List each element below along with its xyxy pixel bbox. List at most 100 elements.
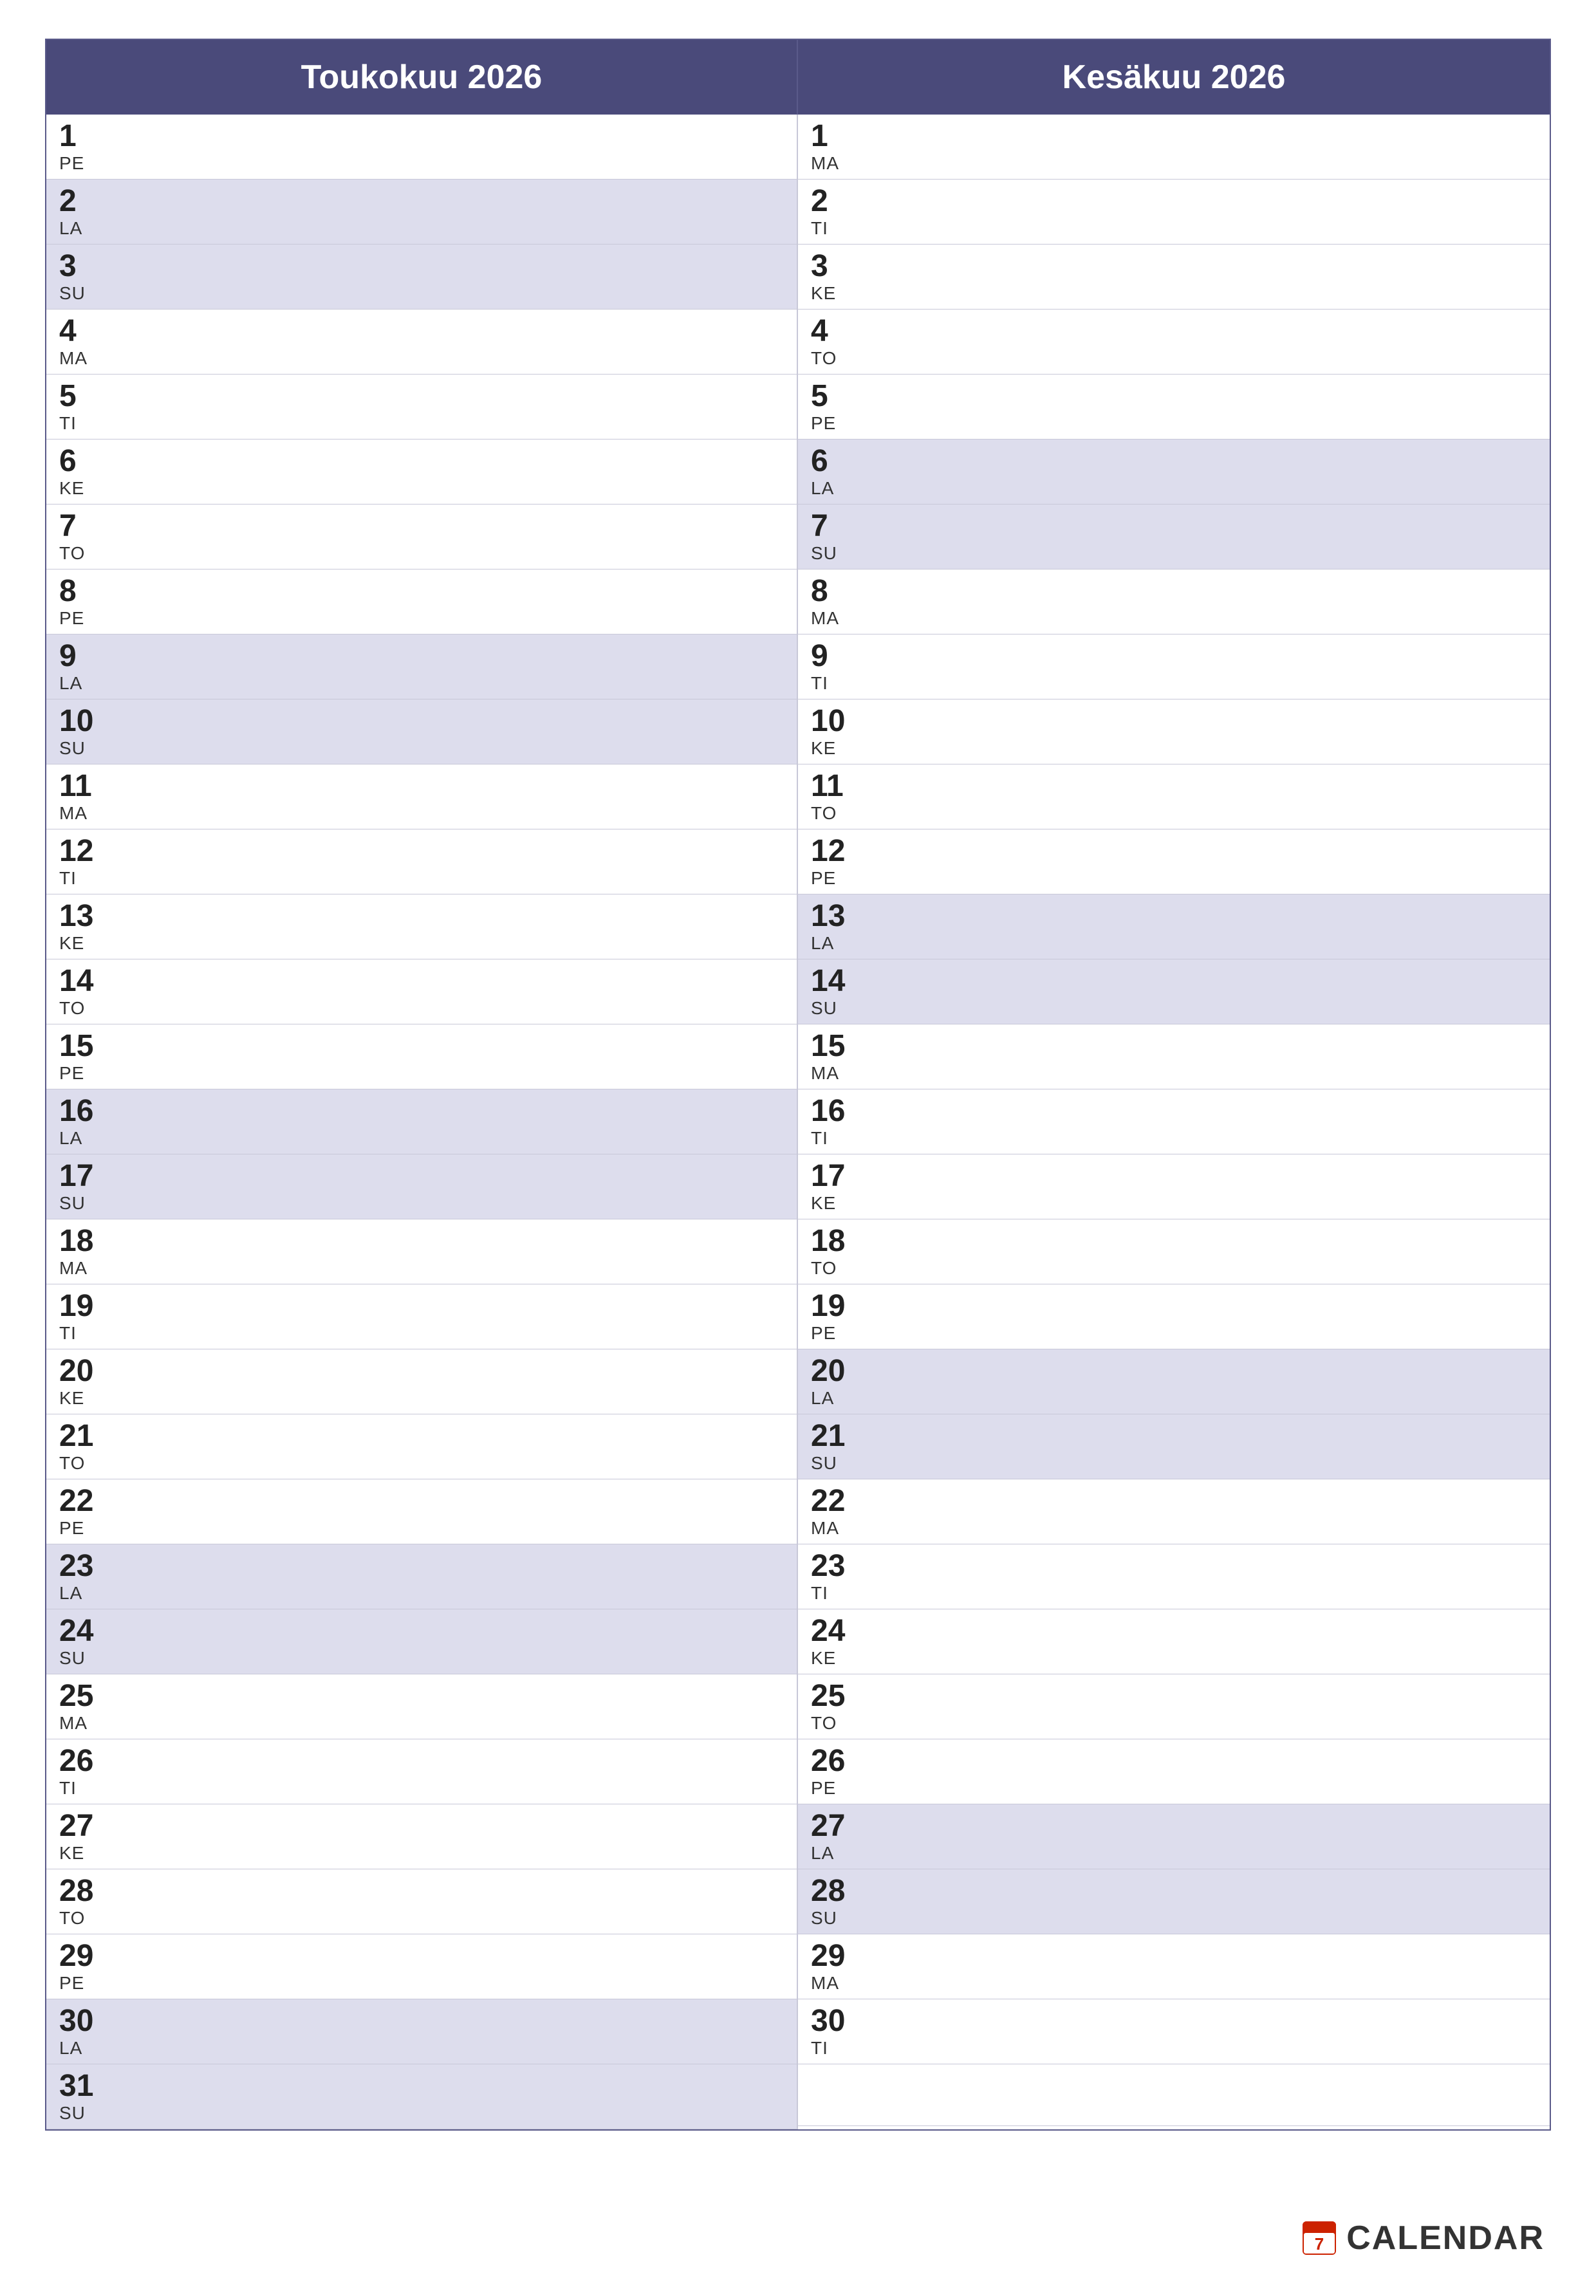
may-day-number-3: 3 [59,251,784,282]
may-day-abbr-28: TO [59,1908,784,1929]
may-day-abbr-15: PE [59,1063,784,1084]
june-day-row-23: 23TI [798,1544,1550,1609]
may-day-abbr-11: MA [59,803,784,824]
may-day-row-17: 17SU [46,1154,797,1219]
june-day-number-20: 20 [811,1356,1537,1387]
may-day-number-14: 14 [59,966,784,997]
may-day-number-6: 6 [59,446,784,477]
june-day-row-19: 19PE [798,1284,1550,1349]
june-day-row-17: 17KE [798,1154,1550,1219]
may-day-abbr-23: LA [59,1583,784,1604]
june-day-abbr-12: PE [811,868,1537,889]
may-day-abbr-7: TO [59,543,784,564]
may-day-row-2: 2LA [46,180,797,245]
june-empty-row [798,2064,1550,2126]
june-day-abbr-30: TI [811,2038,1537,2059]
june-day-abbr-4: TO [811,348,1537,369]
june-day-number-11: 11 [811,771,1537,802]
may-day-row-6: 6KE [46,440,797,505]
may-day-number-8: 8 [59,576,784,607]
may-day-row-7: 7TO [46,505,797,569]
june-day-row-7: 7SU [798,505,1550,569]
june-day-row-8: 8MA [798,569,1550,634]
may-days-column: 1PE2LA3SU4MA5TI6KE7TO8PE9LA10SU11MA12TI1… [46,115,798,2129]
may-day-row-24: 24SU [46,1609,797,1674]
june-day-row-27: 27LA [798,1804,1550,1869]
june-day-row-1: 1MA [798,115,1550,180]
may-day-abbr-3: SU [59,283,784,304]
june-day-number-30: 30 [811,2006,1537,2037]
may-day-abbr-24: SU [59,1648,784,1669]
may-day-abbr-31: SU [59,2103,784,2124]
june-day-row-12: 12PE [798,829,1550,894]
may-day-number-15: 15 [59,1031,784,1062]
month-header-june: Kesäkuu 2026 [798,40,1550,115]
june-day-row-28: 28SU [798,1869,1550,1934]
june-day-number-7: 7 [811,511,1537,542]
may-day-abbr-2: LA [59,218,784,239]
calendar-container: Toukokuu 2026 Kesäkuu 2026 1PE2LA3SU4MA5… [45,39,1551,2131]
june-day-abbr-21: SU [811,1453,1537,1474]
svg-text:7: 7 [1315,2234,1324,2254]
may-day-row-4: 4MA [46,310,797,375]
calendar-brand-icon: 7 [1300,2219,1339,2257]
may-day-number-17: 17 [59,1161,784,1192]
june-day-number-3: 3 [811,251,1537,282]
may-day-number-10: 10 [59,706,784,737]
june-day-number-29: 29 [811,1941,1537,1972]
may-day-row-5: 5TI [46,375,797,440]
june-day-number-15: 15 [811,1031,1537,1062]
june-day-row-20: 20LA [798,1349,1550,1414]
june-day-abbr-14: SU [811,998,1537,1019]
june-day-number-25: 25 [811,1681,1537,1712]
june-day-number-1: 1 [811,121,1537,152]
june-day-abbr-2: TI [811,218,1537,239]
may-day-row-28: 28TO [46,1869,797,1934]
june-day-abbr-10: KE [811,738,1537,759]
june-day-row-5: 5PE [798,375,1550,440]
may-day-number-16: 16 [59,1096,784,1127]
june-day-abbr-9: TI [811,673,1537,694]
may-day-row-1: 1PE [46,115,797,180]
june-day-row-18: 18TO [798,1219,1550,1284]
may-day-row-8: 8PE [46,569,797,634]
june-day-row-25: 25TO [798,1674,1550,1739]
june-day-abbr-3: KE [811,283,1537,304]
june-day-abbr-1: MA [811,153,1537,174]
may-day-number-21: 21 [59,1421,784,1452]
may-day-abbr-14: TO [59,998,784,1019]
may-day-row-16: 16LA [46,1089,797,1154]
may-day-number-26: 26 [59,1746,784,1777]
june-day-abbr-20: LA [811,1388,1537,1409]
may-day-abbr-12: TI [59,868,784,889]
june-day-abbr-7: SU [811,543,1537,564]
june-day-number-28: 28 [811,1876,1537,1907]
june-day-number-19: 19 [811,1291,1537,1322]
june-day-abbr-13: LA [811,933,1537,954]
may-day-number-25: 25 [59,1681,784,1712]
may-day-number-12: 12 [59,836,784,867]
may-day-row-10: 10SU [46,699,797,764]
may-day-row-14: 14TO [46,959,797,1024]
may-day-row-12: 12TI [46,829,797,894]
may-day-abbr-27: KE [59,1843,784,1864]
may-day-row-19: 19TI [46,1284,797,1349]
may-day-abbr-9: LA [59,673,784,694]
june-day-abbr-6: LA [811,478,1537,499]
june-day-number-9: 9 [811,641,1537,672]
may-day-number-31: 31 [59,2071,784,2102]
may-day-row-18: 18MA [46,1219,797,1284]
may-day-abbr-26: TI [59,1778,784,1799]
june-day-number-26: 26 [811,1746,1537,1777]
may-day-row-15: 15PE [46,1024,797,1089]
june-day-abbr-8: MA [811,608,1537,629]
may-day-abbr-25: MA [59,1713,784,1734]
june-day-number-21: 21 [811,1421,1537,1452]
may-day-row-27: 27KE [46,1804,797,1869]
june-day-number-6: 6 [811,446,1537,477]
june-day-row-3: 3KE [798,245,1550,310]
may-day-number-2: 2 [59,186,784,217]
may-day-abbr-4: MA [59,348,784,369]
may-day-abbr-10: SU [59,738,784,759]
may-day-row-25: 25MA [46,1674,797,1739]
